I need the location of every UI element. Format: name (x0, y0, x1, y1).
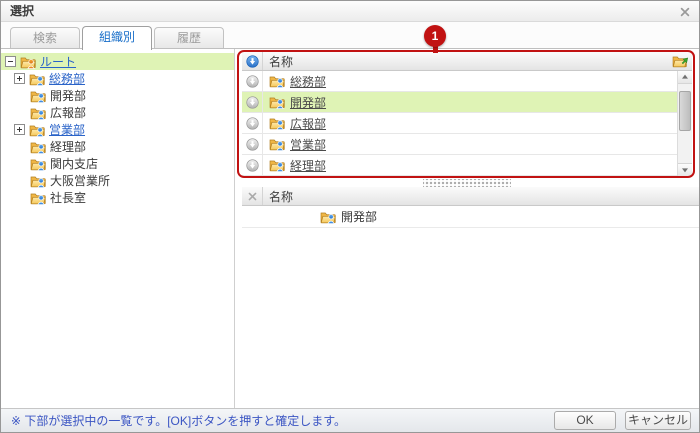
add-all-cell[interactable] (242, 52, 263, 70)
name-column-header: 名称 (263, 188, 699, 205)
footer-note: ※ 下部が選択中の一覧です。[OK]ボタンを押すと確定します。 (11, 412, 346, 429)
dialog-title: 選択 (10, 1, 34, 22)
title-bar: 選択 (1, 1, 699, 22)
tree-item-kannai-shiten[interactable]: 関内支店 (1, 155, 234, 172)
tree-item-label: 経理部 (50, 138, 86, 155)
tree-item-label: 関内支店 (50, 155, 98, 172)
scrollbar-thumb[interactable] (679, 91, 691, 131)
list-item-label[interactable]: 総務部 (290, 73, 326, 90)
folder-user-icon (269, 95, 285, 109)
add-row-icon[interactable] (246, 117, 259, 130)
tree-item-osaka-eigyousho[interactable]: 大阪営業所 (1, 172, 234, 189)
list-item-keiribu[interactable]: 経理部 (242, 155, 677, 176)
folder-user-icon (30, 174, 46, 188)
candidate-rows: 総務部 開発部 広報部 営業部 経理部 (242, 71, 677, 176)
selected-list: 名称 開発部 (242, 187, 699, 409)
folder-user-icon (269, 137, 285, 151)
list-item-kaihatsubu[interactable]: 開発部 (242, 92, 677, 113)
close-icon[interactable] (680, 7, 690, 17)
root-folder-icon (20, 55, 36, 69)
folder-user-icon (30, 191, 46, 205)
tree-item-label[interactable]: 総務部 (49, 70, 85, 87)
list-item-eigyoubu[interactable]: 営業部 (242, 134, 677, 155)
cross-icon[interactable] (248, 192, 257, 201)
cancel-button[interactable]: キャンセル (625, 411, 691, 430)
folder-user-icon (269, 74, 285, 88)
folder-user-icon (30, 89, 46, 103)
vertical-scrollbar[interactable] (677, 71, 692, 176)
scroll-up-icon[interactable] (678, 71, 692, 84)
tab-search[interactable]: 検索 (10, 27, 80, 48)
expand-icon[interactable] (14, 124, 25, 135)
footer-buttons: OK キャンセル (554, 411, 691, 430)
add-row-icon[interactable] (246, 96, 259, 109)
tree-item-label: 大阪営業所 (50, 172, 110, 189)
scroll-down-icon[interactable] (678, 163, 692, 176)
tree-item-kouhoubu[interactable]: 広報部 (1, 104, 234, 121)
folder-user-icon (30, 106, 46, 120)
tab-bar: 検索 組織別 履歴 (1, 22, 699, 49)
panel-splitter[interactable] (242, 178, 692, 187)
tree-item-soumubu[interactable]: 総務部 (1, 70, 234, 87)
add-row-icon[interactable] (246, 138, 259, 151)
tree-item-label: 開発部 (50, 87, 86, 104)
folder-user-icon (30, 157, 46, 171)
tree-item-label: 社長室 (50, 189, 86, 206)
circle-down-arrow-icon[interactable] (246, 55, 259, 68)
tab-history[interactable]: 履歴 (154, 27, 224, 48)
footer-bar: ※ 下部が選択中の一覧です。[OK]ボタンを押すと確定します。 OK キャンセル (1, 408, 699, 432)
folder-user-icon (29, 72, 45, 86)
selected-item-kaihatsubu[interactable]: 開発部 (242, 206, 699, 228)
folder-user-icon (30, 140, 46, 154)
name-column-header: 名称 (263, 53, 668, 70)
annotation-badge: 1 (424, 25, 446, 47)
collapse-icon[interactable] (5, 56, 16, 67)
list-item-label[interactable]: 営業部 (290, 136, 326, 153)
list-item-label[interactable]: 経理部 (290, 157, 326, 174)
list-item-kouhoubu[interactable]: 広報部 (242, 113, 677, 134)
remove-all-cell[interactable] (242, 187, 263, 205)
selected-item-label: 開発部 (341, 208, 377, 225)
folder-user-icon (269, 158, 285, 172)
tree-item-keiribu[interactable]: 経理部 (1, 138, 234, 155)
expand-icon[interactable] (14, 73, 25, 84)
tree-item-eigyoubu[interactable]: 営業部 (1, 121, 234, 138)
folder-user-icon (269, 116, 285, 130)
list-item-label[interactable]: 開発部 (290, 94, 326, 111)
list-item-label[interactable]: 広報部 (290, 115, 326, 132)
tab-organization[interactable]: 組織別 (82, 26, 152, 50)
add-row-icon[interactable] (246, 159, 259, 172)
organization-tree: ルート 総務部 開発部 広報部 営業部 経理部 関内支店 (1, 49, 235, 409)
tree-item-label[interactable]: 営業部 (49, 121, 85, 138)
tree-item-root[interactable]: ルート (1, 53, 234, 70)
tree-item-kaihatsubu[interactable]: 開発部 (1, 87, 234, 104)
candidate-list: 名称 総務部 開発部 広報部 (242, 52, 692, 176)
folder-export-icon[interactable] (668, 52, 692, 70)
folder-user-icon (320, 210, 336, 224)
selection-dialog: 選択 検索 組織別 履歴 ルート 総務部 開発部 広報部 (0, 0, 700, 433)
ok-button[interactable]: OK (554, 411, 616, 430)
tree-item-label: 広報部 (50, 104, 86, 121)
tree-item-label[interactable]: ルート (40, 53, 76, 70)
folder-user-icon (29, 123, 45, 137)
splitter-grip-icon[interactable] (423, 179, 511, 187)
candidate-list-header: 名称 (242, 52, 692, 71)
list-item-soumubu[interactable]: 総務部 (242, 71, 677, 92)
selected-list-header: 名称 (242, 187, 699, 206)
add-row-icon[interactable] (246, 75, 259, 88)
tree-item-shachoushitsu[interactable]: 社長室 (1, 189, 234, 206)
